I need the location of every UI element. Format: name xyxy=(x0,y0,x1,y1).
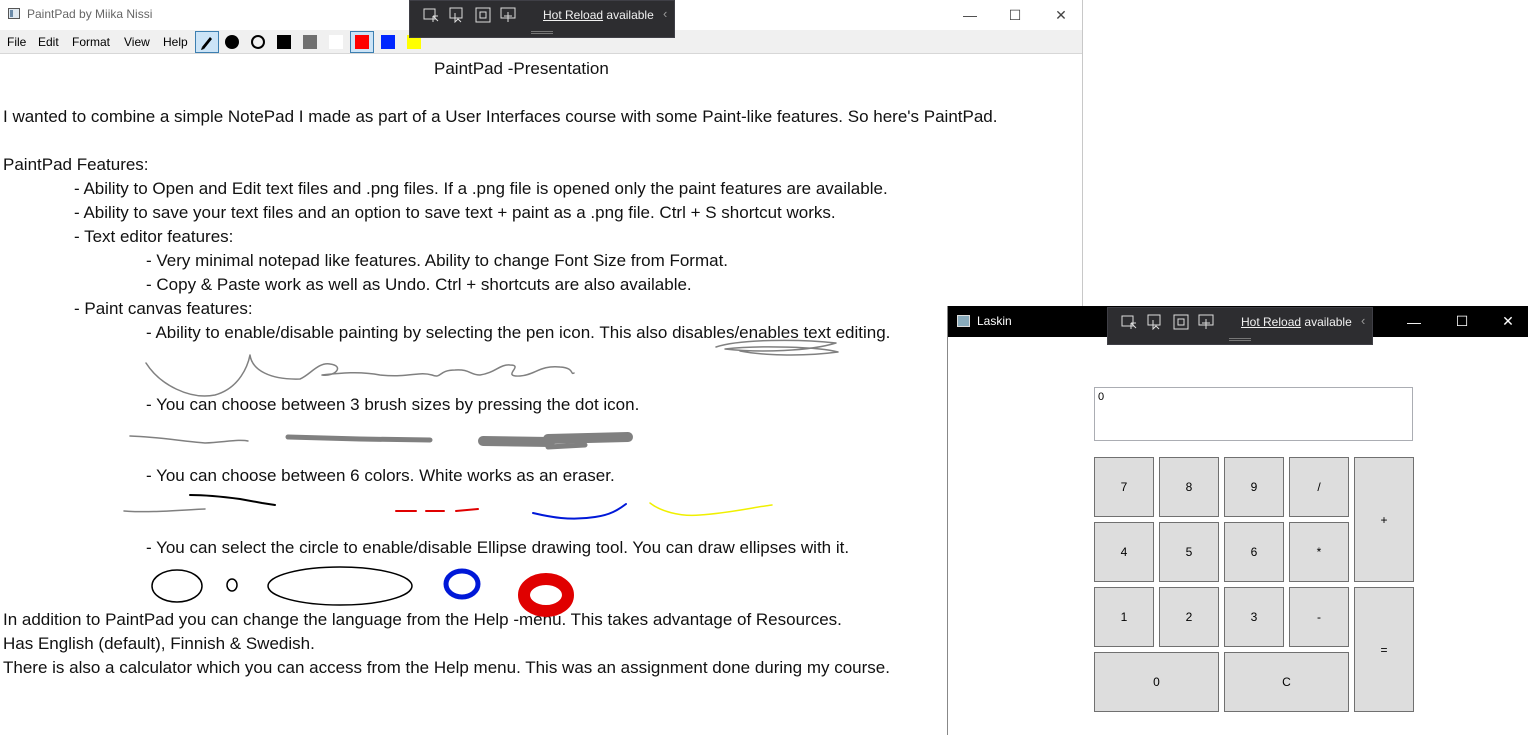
paint-stroke xyxy=(145,354,575,397)
app-icon xyxy=(957,315,970,327)
close-button[interactable]: ✕ xyxy=(1038,0,1084,30)
paint-stroke xyxy=(545,442,588,450)
key-9[interactable]: 9 xyxy=(1224,457,1284,517)
paint-stroke xyxy=(285,434,433,443)
dot-icon xyxy=(225,35,239,49)
brush-size-button[interactable] xyxy=(220,31,244,53)
calculator-display[interactable]: 0 xyxy=(1094,387,1413,441)
collapse-chevron-icon[interactable]: ‹ xyxy=(1361,313,1365,328)
paint-stroke xyxy=(543,432,633,444)
track-focus-icon[interactable] xyxy=(1198,313,1216,331)
track-focus-icon[interactable] xyxy=(500,6,518,24)
color-red-button[interactable] xyxy=(350,31,374,53)
paint-stroke xyxy=(532,503,627,520)
close-button[interactable]: ✕ xyxy=(1485,306,1528,337)
hot-reload-status: Hot Reload available xyxy=(1241,315,1352,329)
paint-stroke xyxy=(649,502,773,517)
key-4[interactable]: 4 xyxy=(1094,522,1154,582)
paint-ellipse xyxy=(226,578,238,592)
paint-stroke xyxy=(129,435,249,444)
minimize-button[interactable]: — xyxy=(1391,306,1437,337)
color-swatch-black xyxy=(277,35,291,49)
maximize-button[interactable]: ☐ xyxy=(1439,306,1485,337)
key-0[interactable]: 0 xyxy=(1094,652,1219,712)
color-white-button[interactable] xyxy=(324,31,348,53)
key-3[interactable]: 3 xyxy=(1224,587,1284,647)
key-8[interactable]: 8 xyxy=(1159,457,1219,517)
circle-icon xyxy=(251,35,265,49)
key-multiply[interactable]: * xyxy=(1289,522,1349,582)
layout-adorner-icon[interactable] xyxy=(1172,313,1190,331)
pointer-icon[interactable] xyxy=(448,6,466,24)
collapse-chevron-icon[interactable]: ‹ xyxy=(663,6,667,21)
paint-ellipse xyxy=(518,573,574,617)
key-1[interactable]: 1 xyxy=(1094,587,1154,647)
key-5[interactable]: 5 xyxy=(1159,522,1219,582)
paint-ellipse xyxy=(267,566,413,606)
paint-stroke xyxy=(478,436,555,447)
paint-layer xyxy=(123,339,839,617)
hot-reload-toolbar: Hot Reload available ‹ xyxy=(409,0,675,38)
hot-reload-available-text: available xyxy=(1304,315,1352,329)
key-clear[interactable]: C xyxy=(1224,652,1349,712)
hot-reload-link[interactable]: Hot Reload xyxy=(543,8,603,22)
paint-stroke xyxy=(715,339,839,356)
select-element-icon[interactable] xyxy=(422,6,440,24)
menu-file[interactable]: File xyxy=(7,35,26,49)
key-minus[interactable]: - xyxy=(1289,587,1349,647)
hot-reload-status: Hot Reload available xyxy=(543,8,654,22)
minimize-button[interactable]: — xyxy=(947,0,993,30)
hot-reload-toolbar: Hot Reload available ‹ xyxy=(1107,307,1373,345)
ellipse-tool-button[interactable] xyxy=(246,31,270,53)
key-2[interactable]: 2 xyxy=(1159,587,1219,647)
paint-stroke xyxy=(189,494,276,506)
key-divide[interactable]: / xyxy=(1289,457,1349,517)
pointer-icon[interactable] xyxy=(1146,313,1164,331)
laskin-window: Laskin — ☐ ✕ 0 7 8 9 / + 4 5 6 * 1 2 3 -… xyxy=(947,306,1528,735)
maximize-button[interactable]: ☐ xyxy=(992,0,1038,30)
key-7[interactable]: 7 xyxy=(1094,457,1154,517)
hot-reload-link[interactable]: Hot Reload xyxy=(1241,315,1301,329)
key-plus[interactable]: + xyxy=(1354,457,1414,582)
paintpad-window: PaintPad by Miika Nissi — ☐ ✕ File Edit … xyxy=(0,0,1083,735)
color-swatch-gray xyxy=(303,35,317,49)
document-canvas[interactable]: PaintPad -Presentation I wanted to combi… xyxy=(0,55,1082,735)
hot-reload-available-text: available xyxy=(606,8,654,22)
color-black-button[interactable] xyxy=(272,31,296,53)
color-swatch-white xyxy=(329,35,343,49)
layout-adorner-icon[interactable] xyxy=(474,6,492,24)
menu-help[interactable]: Help xyxy=(163,35,188,49)
drag-grip[interactable] xyxy=(531,31,553,34)
pen-tool-button[interactable] xyxy=(195,31,219,53)
color-swatch-red xyxy=(355,35,369,49)
drag-grip[interactable] xyxy=(1229,338,1251,341)
window-title: Laskin xyxy=(977,314,1012,328)
paint-stroke xyxy=(123,508,206,513)
select-element-icon[interactable] xyxy=(1120,313,1138,331)
pen-icon xyxy=(201,37,212,50)
key-equals[interactable]: = xyxy=(1354,587,1414,712)
app-icon xyxy=(8,8,20,19)
paint-ellipse xyxy=(443,568,481,600)
color-gray-button[interactable] xyxy=(298,31,322,53)
color-blue-button[interactable] xyxy=(376,31,400,53)
menu-view[interactable]: View xyxy=(124,35,150,49)
key-6[interactable]: 6 xyxy=(1224,522,1284,582)
menu-format[interactable]: Format xyxy=(72,35,110,49)
color-swatch-blue xyxy=(381,35,395,49)
window-title: PaintPad by Miika Nissi xyxy=(27,7,153,21)
menu-edit[interactable]: Edit xyxy=(38,35,59,49)
paint-ellipse xyxy=(151,569,203,603)
paint-stroke xyxy=(395,508,479,512)
